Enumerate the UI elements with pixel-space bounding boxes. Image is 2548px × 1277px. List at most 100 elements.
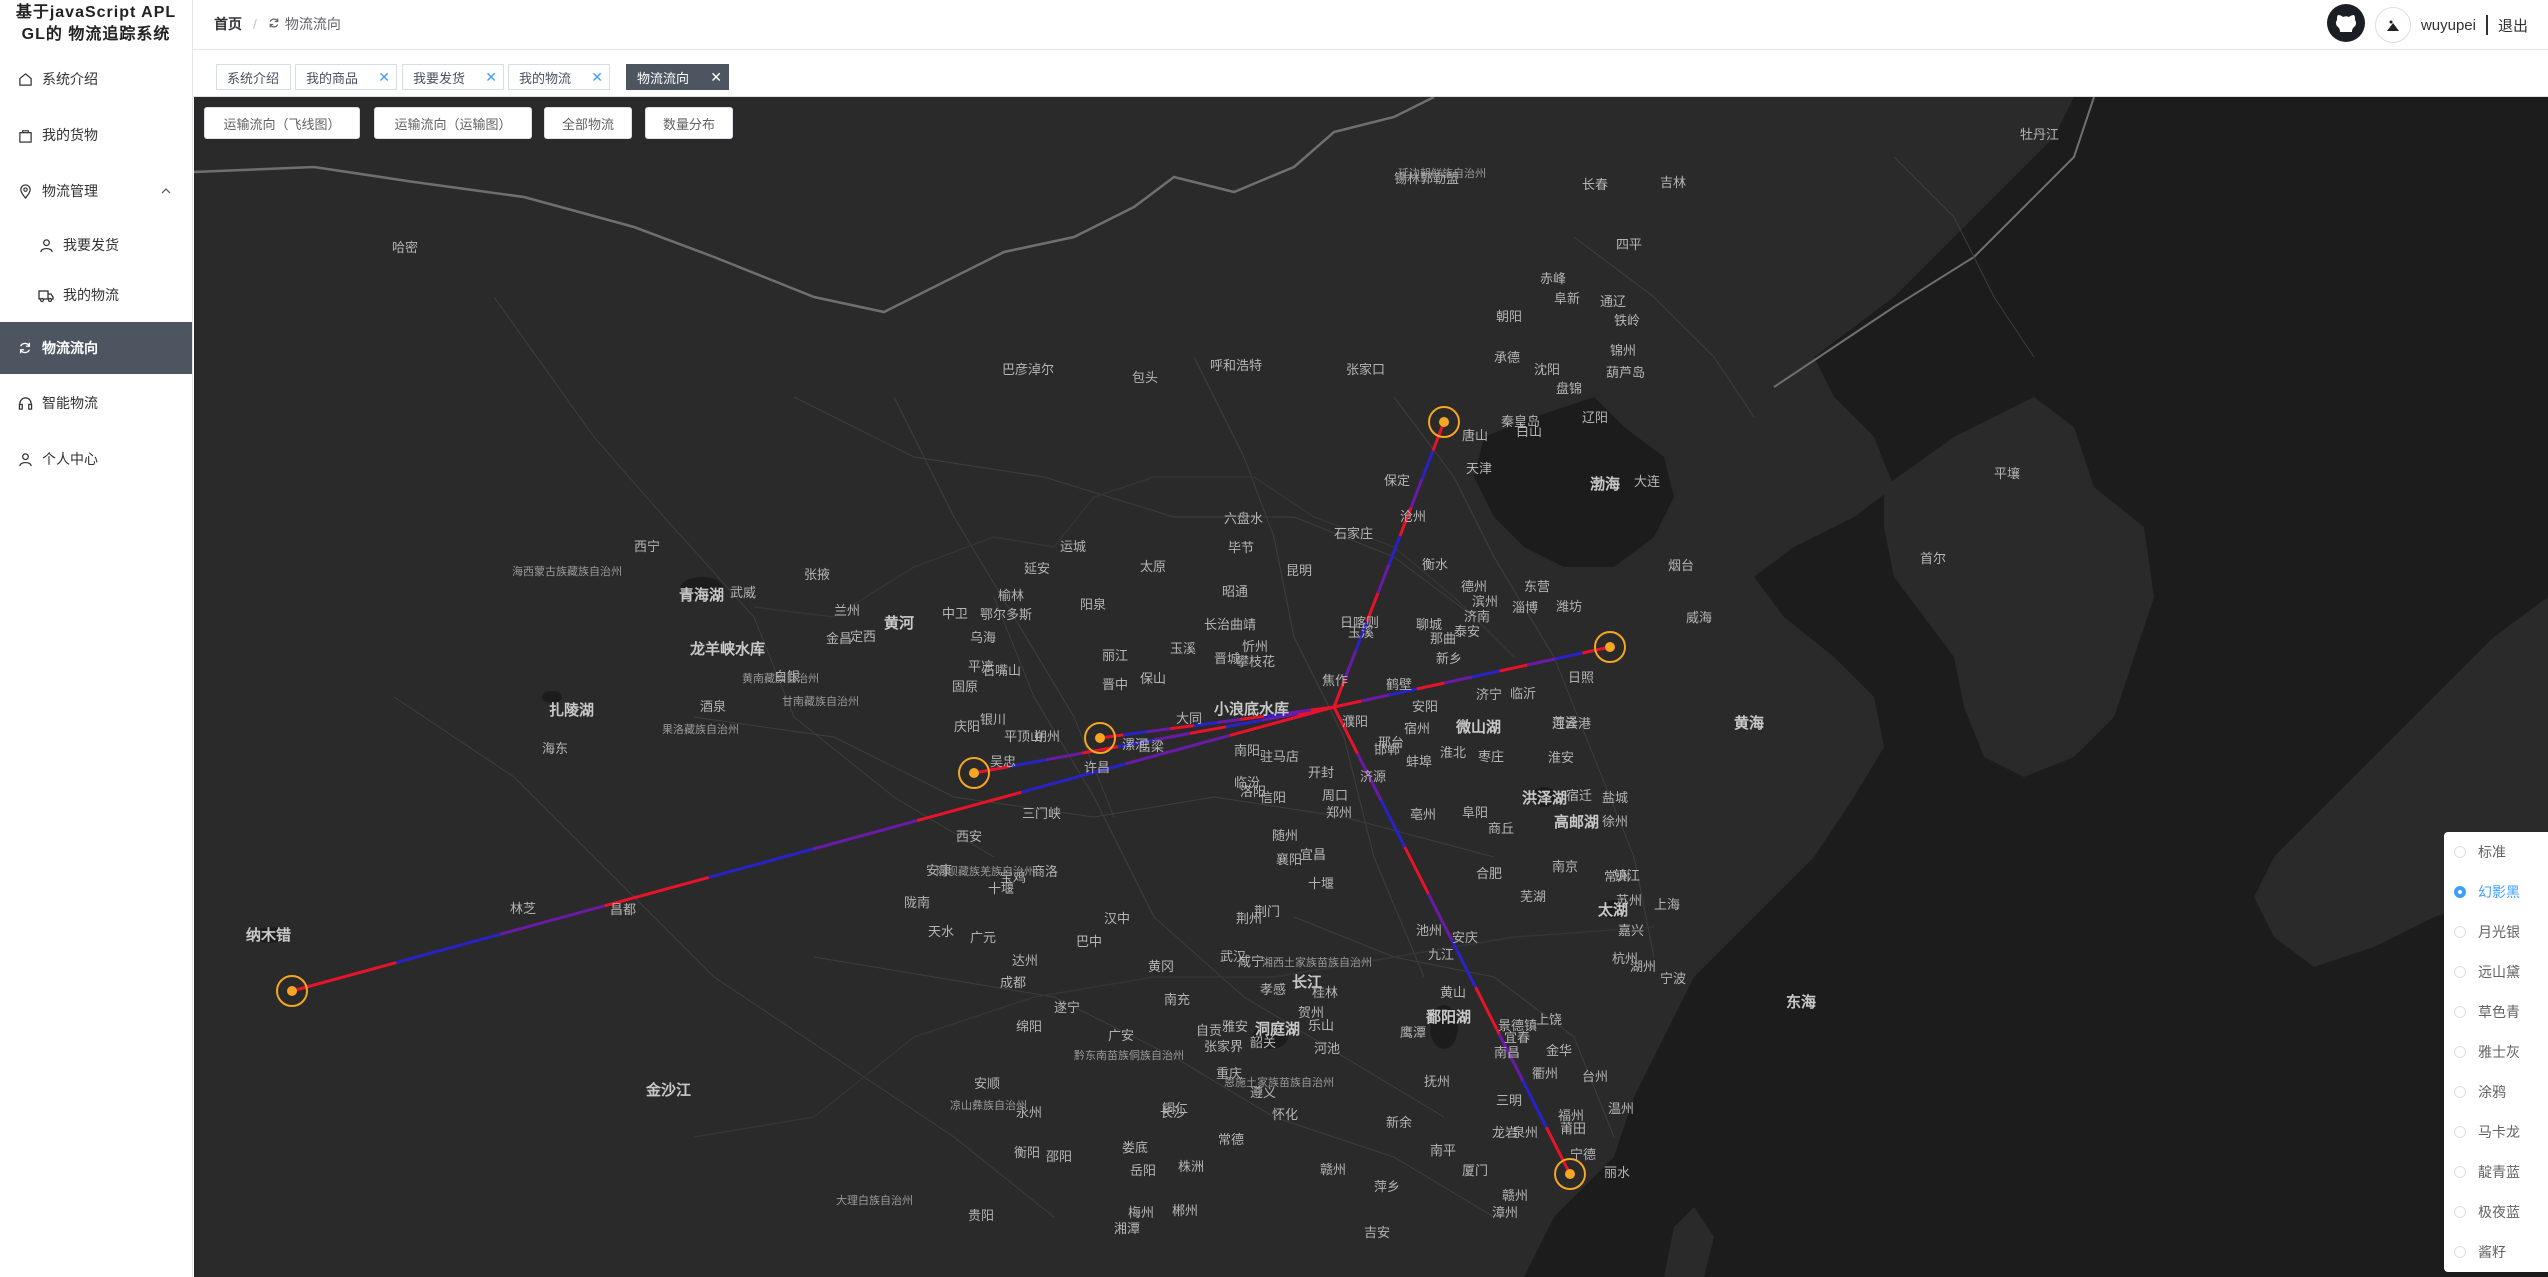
city-label: 邢台: [1378, 736, 1404, 751]
city-label: 石家庄: [1334, 526, 1373, 542]
city-label: 赣州: [1320, 1163, 1346, 1178]
tab-logistics-flow[interactable]: 物流流向 ✕: [626, 64, 729, 90]
breadcrumb-home[interactable]: 首页: [214, 14, 242, 34]
city-label: 烟台: [1668, 559, 1694, 574]
route-segment: [1420, 449, 1435, 480]
route-endpoint-dot: [969, 768, 979, 778]
route-segment: [395, 932, 501, 965]
map-svg: 青海湖 龙羊峡水库 扎陵湖 小浪底水库 渤海 黄海 东海 鄱阳湖 洞庭湖 长江 …: [194, 97, 2548, 1277]
style-option-sauce[interactable]: 酱籽: [2444, 1232, 2548, 1272]
sidebar-item-personal-center[interactable]: 个人中心: [0, 434, 192, 484]
city-label: 南昌: [1494, 1045, 1520, 1061]
city-label: 延安: [1024, 562, 1050, 577]
header-divider: [2485, 15, 2488, 35]
region-label: 黔东南苗族侗族自治州: [1074, 1048, 1184, 1062]
tab-my-products[interactable]: 我的商品 ✕: [295, 64, 397, 90]
city-label: 晋中: [1102, 678, 1128, 693]
close-icon[interactable]: ✕: [378, 69, 390, 86]
close-icon[interactable]: ✕: [485, 69, 497, 86]
tags-view: 系统介绍 我的商品 ✕ 我要发货 ✕ 我的物流 ✕ 物流流向 ✕: [193, 50, 2548, 97]
style-option-label: 雅士灰: [2478, 1044, 2520, 1060]
close-icon[interactable]: ✕: [591, 69, 603, 86]
route-segment: [1123, 730, 1147, 737]
style-option-standard[interactable]: 标准: [2444, 832, 2548, 872]
city-label: 宿迁: [1566, 788, 1592, 804]
style-option-night[interactable]: 极夜蓝: [2444, 1192, 2548, 1232]
breadcrumb-separator: /: [253, 16, 257, 32]
close-icon[interactable]: ✕: [710, 69, 722, 86]
route-endpoint-dot: [1439, 417, 1449, 427]
github-icon[interactable]: [2326, 4, 2365, 46]
bag-icon: [17, 127, 33, 143]
region-label: 甘南藏族自治州: [782, 694, 859, 708]
style-option-graffiti[interactable]: 涂鸦: [2444, 1072, 2548, 1112]
city-label: 金昌: [826, 631, 852, 647]
style-option-dark[interactable]: 幻影黑: [2444, 872, 2548, 912]
sidebar-item-logistics-flow[interactable]: 物流流向: [0, 322, 192, 374]
style-option-mountain[interactable]: 远山黛: [2444, 952, 2548, 992]
sidebar: 基于javaScript APL GL的 物流追踪系统 系统介绍 我的货物 物流…: [0, 0, 193, 1277]
city-label: 荆门: [1254, 904, 1280, 920]
style-option-grey[interactable]: 雅士灰: [2444, 1032, 2548, 1072]
city-label: 长沙: [1160, 1106, 1186, 1121]
city-label: 河池: [1314, 1042, 1340, 1057]
sidebar-item-system-intro[interactable]: 系统介绍: [0, 54, 192, 104]
city-label: 宜昌: [1300, 848, 1326, 863]
city-label: 宿州: [1404, 721, 1430, 737]
style-option-indigo[interactable]: 靛青蓝: [2444, 1152, 2548, 1192]
style-option-moonlight[interactable]: 月光银: [2444, 912, 2548, 952]
city-label: 运城: [1060, 540, 1086, 555]
city-label: 宁德: [1570, 1147, 1596, 1163]
city-label: 天津: [1466, 462, 1492, 477]
city-label: 唐山: [1462, 428, 1488, 444]
style-option-grass[interactable]: 草色青: [2444, 992, 2548, 1032]
tab-system-intro[interactable]: 系统介绍: [216, 64, 291, 90]
label-xiaolangdi: 小浪底水库: [1214, 700, 1289, 718]
city-label: 天水: [928, 925, 954, 940]
sidebar-item-ship-goods[interactable]: 我要发货: [0, 220, 192, 270]
flyline-button[interactable]: 运输流向（飞线图）: [204, 107, 360, 139]
sidebar-item-label: 系统介绍: [42, 71, 98, 87]
city-label: 嘉兴: [1618, 924, 1644, 939]
city-label: 蚌埠: [1406, 755, 1432, 770]
city-label: 大连: [1634, 474, 1660, 490]
city-label: 德州: [1461, 580, 1487, 595]
city-label: 厦门: [1462, 1164, 1488, 1179]
city-label: 南阳: [1234, 743, 1260, 759]
city-label: 秦皇岛: [1501, 414, 1540, 430]
all-logistics-button[interactable]: 全部物流: [544, 107, 632, 139]
city-label: 长春: [1582, 178, 1608, 193]
city-label: 九江: [1428, 948, 1454, 963]
city-label: 太原: [1140, 560, 1166, 575]
city-label: 池州: [1416, 924, 1442, 939]
logout-button[interactable]: 退出: [2498, 15, 2528, 36]
sidebar-item-smart-logistics[interactable]: 智能物流: [0, 378, 192, 428]
city-label: 昭通: [1222, 585, 1248, 600]
transport-map-button[interactable]: 运输流向（运输图）: [374, 107, 532, 139]
sidebar-item-logistics-management[interactable]: 物流管理: [0, 166, 192, 216]
username[interactable]: wuyupei: [2421, 17, 2476, 34]
sidebar-item-label: 物流管理: [42, 183, 98, 199]
sidebar-item-my-logistics[interactable]: 我的物流: [0, 270, 192, 320]
map-canvas[interactable]: 青海湖 龙羊峡水库 扎陵湖 小浪底水库 渤海 黄海 东海 鄱阳湖 洞庭湖 长江 …: [194, 97, 2548, 1277]
radio-icon: [2454, 966, 2466, 978]
app-title-line-2: GL的 物流追踪系统: [21, 26, 171, 43]
sidebar-item-my-goods[interactable]: 我的货物: [0, 110, 192, 160]
city-label: 成都: [1000, 976, 1026, 991]
city-label: 徐州: [1602, 815, 1628, 830]
tab-ship-goods[interactable]: 我要发货 ✕: [402, 64, 504, 90]
city-label: 许昌: [1084, 761, 1110, 776]
city-label: 安顺: [974, 1077, 1000, 1092]
quantity-distribution-button[interactable]: 数量分布: [645, 107, 733, 139]
city-label: 咸宁: [1238, 954, 1264, 970]
city-label: 济源: [1360, 770, 1386, 785]
city-label: 张家口: [1346, 362, 1385, 378]
style-option-macaron[interactable]: 马卡龙: [2444, 1112, 2548, 1152]
city-label: 苏州: [1616, 893, 1642, 909]
avatar[interactable]: [2374, 7, 2411, 43]
style-option-label: 极夜蓝: [2478, 1204, 2520, 1220]
tab-my-logistics[interactable]: 我的物流 ✕: [508, 64, 610, 90]
headset-icon: [17, 395, 33, 411]
radio-checked-icon: [2454, 886, 2466, 898]
city-label: 韶关: [1250, 1035, 1276, 1051]
